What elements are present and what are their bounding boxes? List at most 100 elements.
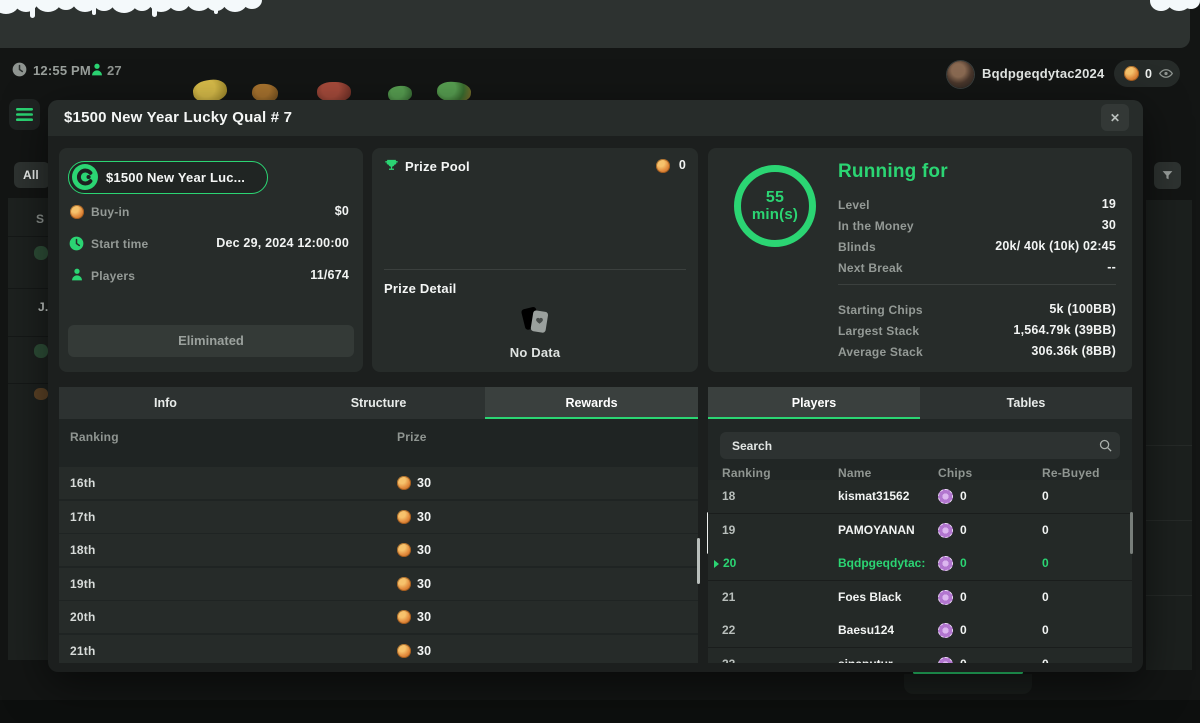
player-chips: 0 bbox=[960, 480, 967, 513]
coin-icon bbox=[397, 610, 411, 624]
current-time: 12:55 PM bbox=[33, 63, 91, 78]
coin-icon bbox=[397, 577, 411, 591]
reward-prize: 30 bbox=[417, 467, 431, 499]
table-row[interactable]: 21th 30 bbox=[59, 635, 698, 664]
table-row[interactable]: 21 Foes Black 0 0 bbox=[708, 581, 1132, 615]
rewards-header-ranking: Ranking bbox=[70, 430, 119, 444]
table-row[interactable]: 18th 30 bbox=[59, 534, 698, 566]
coin-icon bbox=[397, 510, 411, 524]
tournament-info-panel: $1500 New Year Luc... Buy-in $0 Start ti… bbox=[59, 148, 363, 372]
tournament-selector[interactable]: $1500 New Year Luc... bbox=[68, 161, 268, 194]
tab-info[interactable]: Info bbox=[59, 387, 272, 419]
player-rank: 20 bbox=[723, 547, 736, 580]
table-row[interactable]: 18 kismat31562 0 0 bbox=[708, 480, 1132, 514]
coin-icon bbox=[397, 476, 411, 490]
tournament-selector-label: $1500 New Year Luc... bbox=[106, 170, 245, 185]
player-name: PAMOYANAN bbox=[838, 514, 915, 547]
prize-pool-title: Prize Pool bbox=[405, 159, 470, 174]
tab-structure[interactable]: Structure bbox=[272, 387, 485, 419]
player-chips: 0 bbox=[960, 547, 967, 580]
coin-icon bbox=[70, 205, 84, 219]
coin-icon bbox=[397, 644, 411, 658]
snow-icicle bbox=[30, 4, 35, 18]
prize-pool-amount: 0 bbox=[679, 158, 686, 172]
table-row[interactable]: 23 sinaputur 0 0 bbox=[708, 648, 1132, 663]
in-the-money-value: 30 bbox=[1102, 218, 1116, 232]
background-right-panel bbox=[1146, 200, 1192, 670]
tab-tables[interactable]: Tables bbox=[920, 387, 1132, 419]
eliminated-button[interactable]: Eliminated bbox=[68, 325, 354, 357]
table-row[interactable]: 22 Baesu124 0 0 bbox=[708, 614, 1132, 648]
table-row-current-user[interactable]: 20 Bqdpgeqdytac: 0 0 bbox=[708, 547, 1132, 581]
tab-players[interactable]: Players bbox=[708, 387, 920, 419]
players-header-chips: Chips bbox=[938, 466, 972, 480]
chip-icon bbox=[938, 489, 953, 504]
tab-rewards[interactable]: Rewards bbox=[485, 387, 698, 419]
cards-icon bbox=[515, 301, 555, 341]
largest-stack-label: Largest Stack bbox=[838, 324, 919, 338]
trophy-icon bbox=[384, 158, 399, 173]
player-name: Baesu124 bbox=[838, 614, 894, 647]
coin-icon bbox=[656, 159, 670, 173]
eye-icon[interactable] bbox=[1158, 66, 1174, 81]
filter-button[interactable] bbox=[1154, 162, 1181, 189]
player-name: Foes Black bbox=[838, 581, 901, 614]
table-row[interactable]: 19th 30 bbox=[59, 568, 698, 600]
players-scrollbar[interactable] bbox=[1130, 512, 1133, 554]
tournament-logo-icon bbox=[72, 164, 98, 190]
snow-icicle bbox=[152, 4, 157, 17]
player-name: sinaputur bbox=[838, 648, 893, 663]
search-input[interactable] bbox=[720, 432, 1120, 459]
start-time-label: Start time bbox=[91, 237, 148, 251]
table-row[interactable]: 20th 30 bbox=[59, 601, 698, 633]
funnel-icon bbox=[1161, 169, 1174, 182]
chip-icon bbox=[938, 523, 953, 538]
reward-prize: 30 bbox=[417, 635, 431, 664]
player-rebuyed: 0 bbox=[1042, 514, 1049, 547]
player-rank: 23 bbox=[722, 648, 735, 663]
divider bbox=[838, 284, 1116, 285]
close-button[interactable]: ✕ bbox=[1101, 104, 1129, 131]
chip-icon bbox=[938, 657, 953, 663]
info-tab-bar: Info Structure Rewards bbox=[59, 387, 698, 419]
dialog-header: $1500 New Year Lucky Qual # 7 ✕ bbox=[48, 100, 1143, 136]
coin-icon bbox=[397, 543, 411, 557]
reward-prize: 30 bbox=[417, 601, 431, 633]
rewards-scrollbar[interactable] bbox=[697, 538, 700, 584]
all-filter-chip[interactable]: All bbox=[14, 162, 50, 188]
level-value: 19 bbox=[1102, 197, 1116, 211]
table-row[interactable]: 19 PAMOYANAN 0 0 bbox=[708, 514, 1132, 548]
prize-empty-text: No Data bbox=[372, 345, 698, 360]
balance-pill[interactable]: 0 bbox=[1114, 60, 1180, 87]
bottom-strip bbox=[0, 700, 1200, 723]
tab-rewards-label: Rewards bbox=[565, 396, 617, 410]
player-chips: 0 bbox=[960, 514, 967, 547]
menu-button[interactable] bbox=[9, 99, 40, 130]
avatar[interactable] bbox=[947, 61, 974, 88]
clock-icon bbox=[69, 236, 84, 251]
balance-amount: 0 bbox=[1145, 67, 1152, 81]
row-divider bbox=[8, 288, 48, 289]
table-row[interactable]: 16th 30 bbox=[59, 467, 698, 499]
all-filter-label: All bbox=[23, 168, 39, 182]
username[interactable]: Bqdpgeqdytac2024 bbox=[982, 66, 1104, 81]
prize-detail-title: Prize Detail bbox=[384, 281, 457, 296]
timer-unit: min(s) bbox=[752, 207, 798, 224]
average-stack-value: 306.36k (8BB) bbox=[1031, 344, 1116, 358]
starting-chips-value: 5k (100BB) bbox=[1049, 302, 1116, 316]
players-icon bbox=[70, 267, 84, 282]
players-header-rebuyed: Re-Buyed bbox=[1042, 466, 1100, 480]
player-rank: 21 bbox=[722, 581, 735, 614]
players-online-icon bbox=[90, 62, 104, 77]
player-rebuyed: 0 bbox=[1042, 581, 1049, 614]
chip-icon bbox=[938, 556, 953, 571]
reward-ranking: 19th bbox=[70, 568, 95, 600]
player-chips: 0 bbox=[960, 614, 967, 647]
largest-stack-value: 1,564.79k (39BB) bbox=[1013, 323, 1116, 337]
table-row[interactable]: 17th 30 bbox=[59, 501, 698, 533]
close-icon: ✕ bbox=[1110, 111, 1120, 125]
hidden-action-button-body bbox=[904, 674, 1032, 694]
buyin-value: $0 bbox=[335, 204, 349, 218]
tab-tables-label: Tables bbox=[1007, 396, 1046, 410]
timer-value: 55 bbox=[752, 189, 798, 207]
